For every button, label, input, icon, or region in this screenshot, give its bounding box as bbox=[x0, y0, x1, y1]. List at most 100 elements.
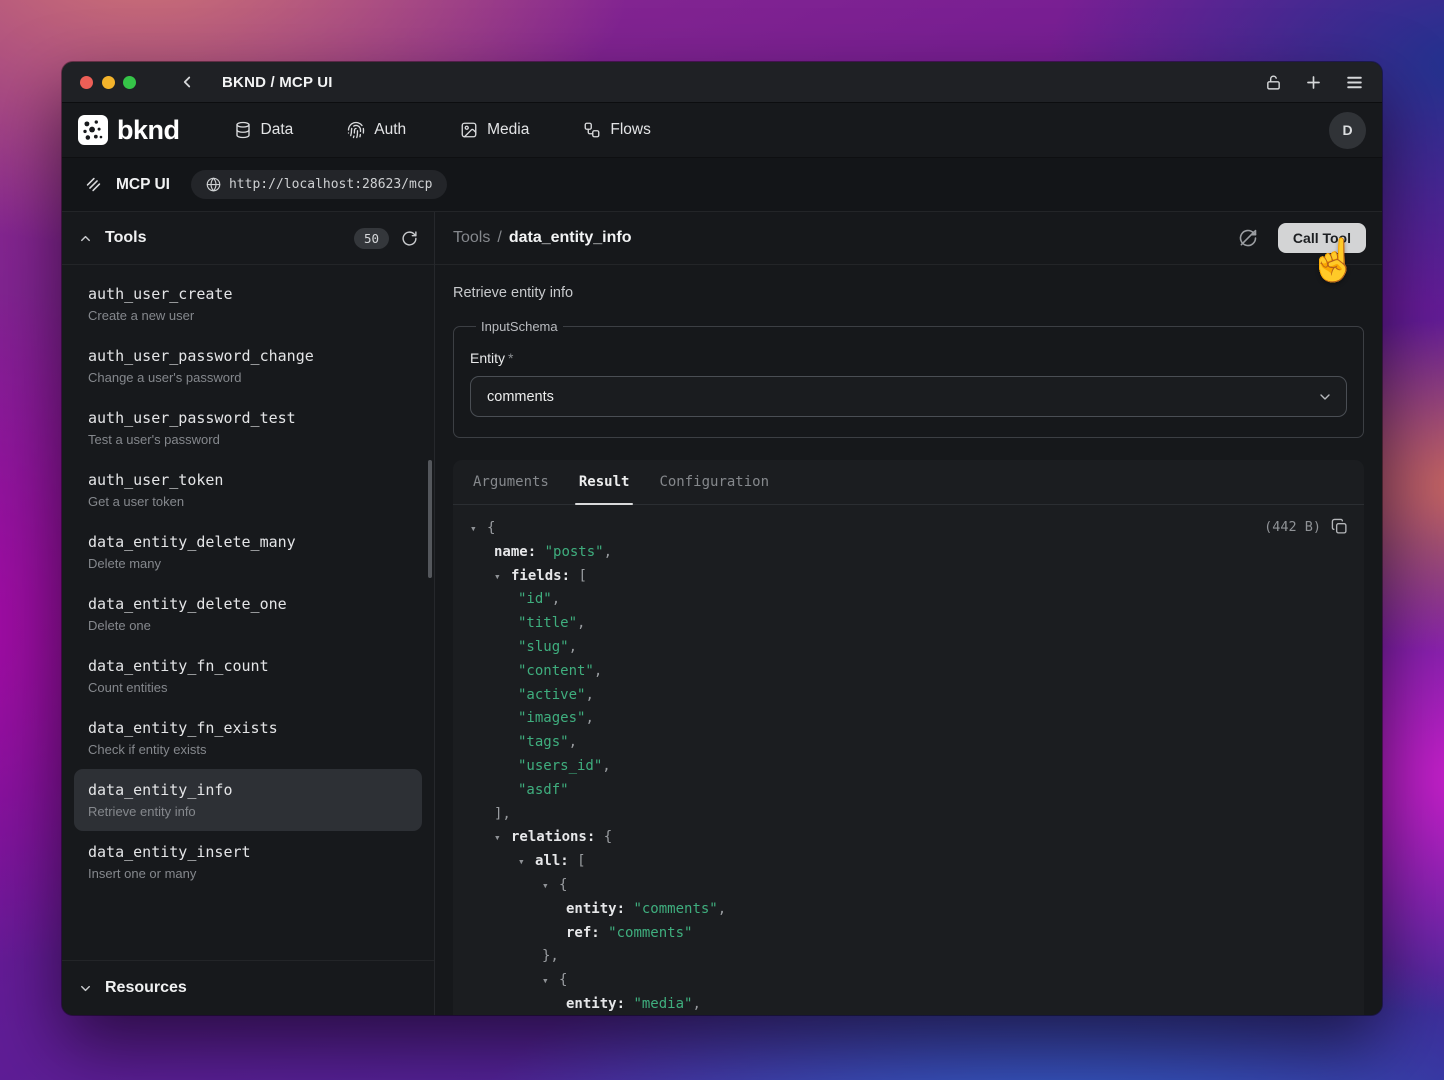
json-punct: , bbox=[569, 639, 577, 655]
tool-list-item[interactable]: auth_user_createCreate a new user bbox=[74, 273, 422, 335]
tool-detail-panel: Tools / data_entity_info Call Tool Retri… bbox=[435, 212, 1382, 1015]
json-line: "content", bbox=[470, 660, 1348, 684]
breadcrumb-tool-name: data_entity_info bbox=[509, 229, 632, 247]
json-string: "content" bbox=[518, 663, 594, 679]
json-punct: }, bbox=[542, 948, 559, 964]
window-title: BKND / MCP UI bbox=[222, 74, 333, 91]
nav-item-label: Media bbox=[487, 121, 529, 139]
json-line: ▾{ bbox=[470, 874, 1348, 898]
nav-item-label: Auth bbox=[374, 121, 406, 139]
tool-desc: Get a user token bbox=[88, 494, 408, 509]
tool-list-item[interactable]: auth_user_tokenGet a user token bbox=[74, 459, 422, 521]
tool-desc: Create a new user bbox=[88, 308, 408, 323]
brand-logo[interactable]: bknd bbox=[78, 115, 180, 146]
new-tab-icon[interactable] bbox=[1304, 73, 1323, 92]
json-punct: { bbox=[559, 972, 567, 988]
tools-header-label: Tools bbox=[105, 229, 146, 247]
tool-list-item[interactable]: data_entity_fn_count Count entities bbox=[74, 645, 422, 707]
tool-desc: Change a user's password bbox=[88, 370, 408, 385]
tool-name: auth_user_password_change bbox=[88, 347, 408, 365]
tools-section-header[interactable]: Tools 50 bbox=[62, 212, 434, 265]
json-string: "users_id" bbox=[518, 758, 602, 774]
titlebar: BKND / MCP UI bbox=[62, 62, 1382, 103]
minimize-window-button[interactable] bbox=[102, 76, 115, 89]
back-icon[interactable] bbox=[178, 73, 196, 91]
tab-configuration[interactable]: Configuration bbox=[659, 460, 769, 504]
tool-name: data_entity_delete_one bbox=[88, 595, 408, 613]
tool-list-item[interactable]: data_entity_info Retrieve entity info bbox=[74, 769, 422, 831]
json-punct bbox=[536, 544, 544, 560]
globe-icon bbox=[206, 177, 221, 192]
collapse-triangle-icon[interactable]: ▾ bbox=[494, 565, 511, 589]
collapse-triangle-icon[interactable]: ▾ bbox=[470, 517, 487, 541]
entity-select[interactable]: comments bbox=[470, 376, 1347, 417]
nav-item-flows[interactable]: Flows bbox=[583, 121, 650, 139]
tool-name: data_entity_info bbox=[88, 781, 408, 799]
result-json-viewer: (442 B) ▾{name: "posts",▾fields: ["id","… bbox=[453, 505, 1364, 1015]
result-size-label: (442 B) bbox=[1264, 519, 1321, 535]
tool-list-item[interactable]: data_entity_delete_oneDelete one bbox=[74, 583, 422, 645]
json-punct: { bbox=[559, 877, 567, 893]
tool-name: auth_user_password_test bbox=[88, 409, 408, 427]
collapse-triangle-icon[interactable]: ▾ bbox=[518, 850, 535, 874]
json-punct: , bbox=[577, 615, 585, 631]
tool-list-item[interactable]: auth_user_password_change Change a user's… bbox=[74, 335, 422, 397]
nav-item-auth[interactable]: Auth bbox=[347, 121, 406, 139]
json-line: ], bbox=[470, 803, 1348, 827]
resources-section-header[interactable]: Resources bbox=[62, 960, 434, 1015]
json-punct: , bbox=[604, 544, 612, 560]
tool-list-item[interactable]: data_entity_insertInsert one or many bbox=[74, 831, 422, 893]
nav-item-data[interactable]: Data bbox=[234, 121, 294, 139]
input-schema-fieldset: InputSchema Entity* comments bbox=[453, 319, 1364, 438]
tools-sidebar: Tools 50 auth_user_createCreate a new us… bbox=[62, 212, 435, 1015]
workflow-icon bbox=[583, 121, 601, 139]
refresh-icon[interactable] bbox=[401, 230, 418, 247]
breadcrumb-section[interactable]: Tools bbox=[453, 229, 490, 247]
tool-list-item[interactable]: auth_user_password_testTest a user's pas… bbox=[74, 397, 422, 459]
json-line: ref: "comments" bbox=[470, 922, 1348, 946]
collapse-triangle-icon[interactable]: ▾ bbox=[542, 874, 559, 898]
json-punct: ], bbox=[494, 806, 511, 822]
tool-desc: Count entities bbox=[88, 680, 408, 695]
sidebar-scrollbar[interactable] bbox=[428, 460, 432, 578]
call-tool-button[interactable]: Call Tool bbox=[1278, 223, 1366, 253]
tool-desc: Retrieve entity info bbox=[88, 804, 408, 819]
lock-open-icon[interactable] bbox=[1265, 74, 1282, 91]
required-mark: * bbox=[508, 350, 513, 366]
fingerprint-icon bbox=[347, 121, 365, 139]
tool-desc: Insert one or many bbox=[88, 866, 408, 881]
nav-item-media[interactable]: Media bbox=[460, 121, 529, 139]
json-punct: , bbox=[585, 710, 593, 726]
tool-name: data_entity_delete_many bbox=[88, 533, 408, 551]
server-url-pill[interactable]: http://localhost:28623/mcp bbox=[191, 170, 448, 199]
tool-name: data_entity_fn_count bbox=[88, 657, 408, 675]
result-tabs-box: Arguments Result Configuration (442 B) ▾… bbox=[453, 460, 1364, 1015]
json-string: "tags" bbox=[518, 734, 569, 750]
menu-icon[interactable] bbox=[1345, 73, 1364, 92]
json-string: "asdf" bbox=[518, 782, 569, 798]
json-punct: , bbox=[692, 996, 700, 1012]
json-line: name: "posts", bbox=[470, 541, 1348, 565]
zoom-window-button[interactable] bbox=[123, 76, 136, 89]
auto-refresh-off-icon[interactable] bbox=[1238, 228, 1258, 248]
layers-icon bbox=[84, 175, 103, 194]
json-punct bbox=[600, 925, 608, 941]
tab-result[interactable]: Result bbox=[579, 460, 630, 504]
json-punct: { bbox=[487, 520, 495, 536]
collapse-triangle-icon[interactable]: ▾ bbox=[494, 826, 511, 850]
tab-arguments[interactable]: Arguments bbox=[473, 460, 549, 504]
json-line: "asdf" bbox=[470, 779, 1348, 803]
json-key: name: bbox=[494, 544, 536, 560]
nav-item-label: Flows bbox=[610, 121, 650, 139]
user-avatar[interactable]: D bbox=[1329, 112, 1366, 149]
json-line: ▾{ bbox=[470, 517, 1348, 541]
json-key: entity: bbox=[566, 996, 625, 1012]
tool-list-item[interactable]: data_entity_delete_manyDelete many bbox=[74, 521, 422, 583]
collapse-triangle-icon[interactable]: ▾ bbox=[542, 969, 559, 993]
json-key: relations: bbox=[511, 829, 595, 845]
copy-icon[interactable] bbox=[1331, 518, 1348, 535]
server-url: http://localhost:28623/mcp bbox=[229, 177, 433, 192]
close-window-button[interactable] bbox=[80, 76, 93, 89]
json-line: "slug", bbox=[470, 636, 1348, 660]
tool-list-item[interactable]: data_entity_fn_existsCheck if entity exi… bbox=[74, 707, 422, 769]
